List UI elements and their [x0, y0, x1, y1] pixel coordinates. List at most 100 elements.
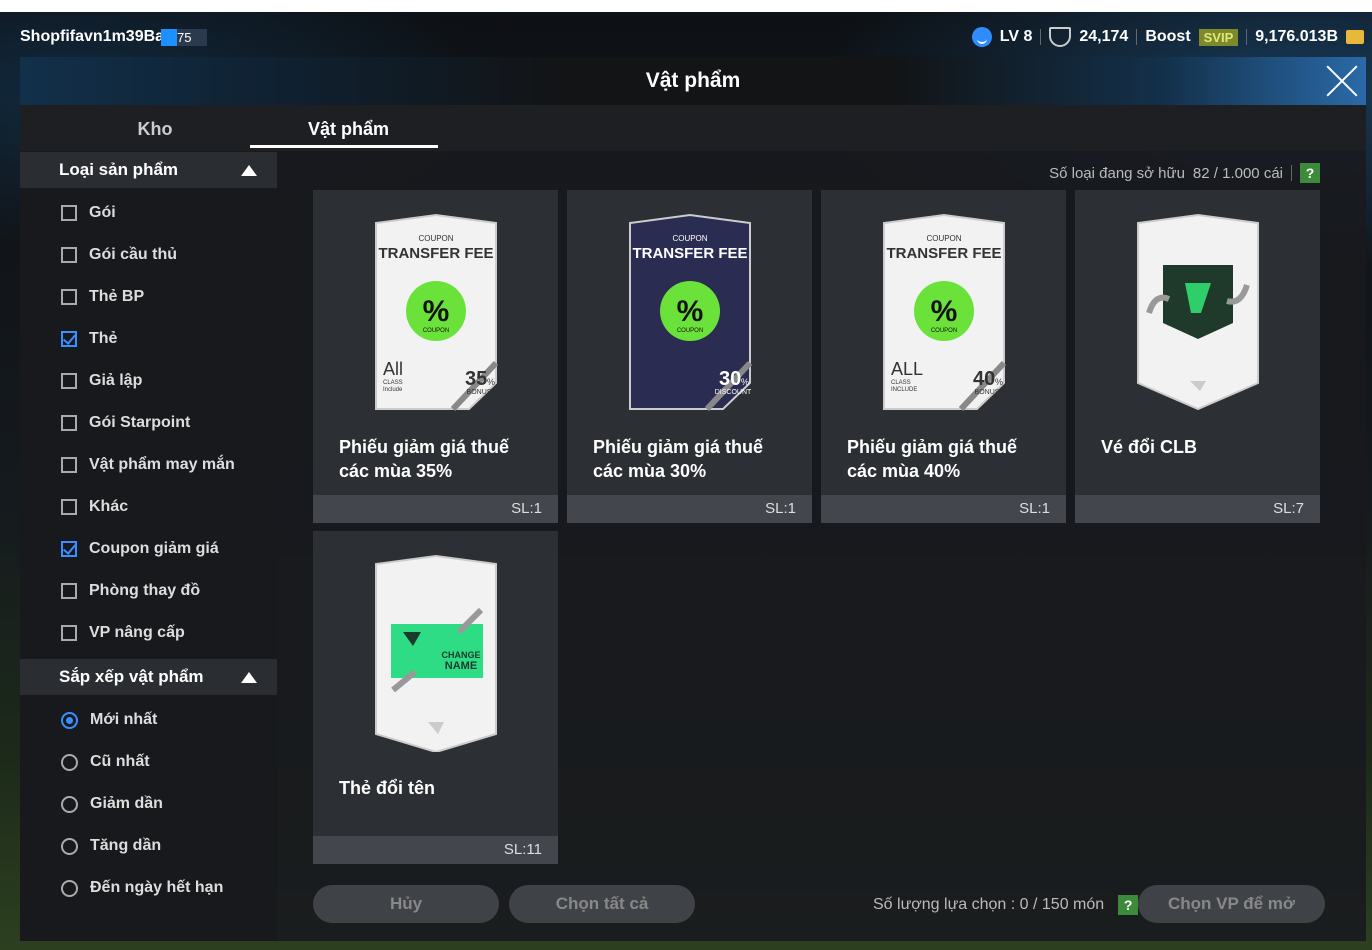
sort-option[interactable]: Đến ngày hết hạn	[61, 876, 223, 900]
filter-option-label: Giả lập	[89, 372, 143, 389]
shield-icon	[1049, 27, 1072, 47]
sort-option-label: Mới nhất	[90, 711, 158, 728]
svip-badge[interactable]: SVIP	[1198, 28, 1239, 46]
sort-option[interactable]: Giảm dần	[61, 792, 163, 816]
open-selected-button[interactable]: Chọn VP để mở	[1138, 885, 1325, 923]
rename-line2: NAME	[445, 660, 477, 672]
collapse-triangle-icon[interactable]	[241, 165, 257, 176]
help-icon[interactable]: ?	[1118, 895, 1139, 915]
checkbox[interactable]	[61, 247, 77, 263]
filter-sidebar: Loại sản phẩm Gói Gói cầu thủ Thẻ BP Thẻ Giả…	[20, 151, 277, 941]
item-name: Vé đổi CLB	[1101, 437, 1198, 457]
checkbox[interactable]	[61, 625, 77, 641]
help-icon[interactable]: ?	[1300, 163, 1320, 183]
filter-option-label: Gói	[89, 204, 116, 221]
item-card[interactable]: CHANGE NAME Thẻ đổi tên SL:11	[313, 531, 558, 864]
item-quantity: SL:1	[313, 495, 558, 523]
filter-option[interactable]: VP nâng cấp	[61, 621, 185, 645]
filter-option-label: Phòng thay đồ	[89, 582, 201, 599]
filter-option[interactable]: Giả lập	[61, 369, 142, 393]
active-tab-indicator	[250, 145, 438, 148]
filter-option-label: VP nâng cấp	[89, 624, 185, 641]
divider	[1136, 29, 1138, 45]
select-all-button[interactable]: Chọn tất cả	[509, 885, 695, 923]
sort-option-label: Đến ngày hết hạn	[90, 879, 224, 896]
coupon-left-sub2: Include	[383, 387, 403, 393]
top-bar: Shopfifavn1m39Ba 75 LV 8 24,174 Boost SV…	[0, 22, 1372, 52]
page-title: Vật phẩm	[645, 69, 741, 92]
sort-header[interactable]: Sắp xếp vật phẩm	[20, 659, 277, 695]
close-icon[interactable]	[1326, 65, 1358, 97]
checkbox[interactable]	[61, 583, 77, 599]
top-bar-stats: LV 8 24,174 Boost SVIP 9,176.013B	[971, 24, 1364, 50]
coupon-left-sub: CLASS	[891, 380, 911, 386]
coupon-small-label: COUPON	[672, 234, 707, 243]
divider	[1291, 165, 1292, 181]
tab-items[interactable]: Vật phẩm	[250, 119, 438, 140]
coupon-stamp: COUPON	[931, 328, 957, 334]
sort-option-label: Cũ nhất	[90, 753, 150, 770]
radio-button[interactable]	[61, 879, 78, 897]
filter-option[interactable]: Vật phẩm may mắn	[61, 453, 235, 477]
filter-option[interactable]: Gói cầu thủ	[61, 243, 177, 267]
coupon-percent-sign: %	[487, 377, 495, 387]
coupon-percent-sign: %	[741, 377, 749, 387]
cancel-button[interactable]: Hủy	[313, 885, 499, 923]
club-ticket-image	[1137, 213, 1259, 411]
checkbox[interactable]	[61, 457, 77, 473]
checkbox[interactable]	[61, 415, 77, 431]
filter-option[interactable]: Thẻ BP	[61, 285, 144, 309]
item-card[interactable]: COUPON TRANSFER FEE% COUPON 40% BONUS ALL CLAS…	[821, 190, 1066, 523]
divider	[1040, 29, 1042, 45]
boost-label[interactable]: Boost	[1145, 28, 1190, 46]
filter-option[interactable]: Khác	[61, 495, 128, 519]
filter-option-label: Thẻ BP	[89, 288, 145, 305]
filter-option-label: Khác	[89, 498, 129, 515]
coupon-sub: DISCOUNT	[715, 389, 752, 396]
sort-option[interactable]: Tăng dần	[61, 834, 161, 858]
rename-line1: CHANGE	[441, 650, 480, 660]
username: Shopfifavn1m39Ba	[20, 28, 165, 45]
user-level-badge: 75	[161, 29, 207, 46]
top-strip	[0, 0, 1372, 12]
item-card[interactable]: COUPON TRANSFER FEE% COUPON 30% DISCOUNT Phiế…	[567, 190, 812, 523]
collapse-triangle-icon[interactable]	[241, 672, 257, 683]
product-type-header[interactable]: Loại sản phẩm	[20, 152, 277, 188]
item-quantity: SL:7	[1075, 495, 1320, 523]
owned-label: Số loại đang sở hữu	[1049, 164, 1185, 182]
sort-option[interactable]: Mới nhất	[61, 708, 157, 732]
coupon-sub: BONUS	[467, 389, 492, 396]
filter-option[interactable]: Phòng thay đồ	[61, 579, 200, 603]
filter-option-label: Gói Starpoint	[89, 414, 191, 431]
radio-button[interactable]	[61, 753, 78, 771]
owned-value: 82 / 1.000 cái	[1192, 164, 1283, 182]
checkbox[interactable]	[61, 541, 77, 557]
coupon-left: All	[383, 359, 403, 379]
currency-value: 9,176.013B	[1255, 28, 1338, 45]
checkbox[interactable]	[61, 289, 77, 305]
filter-option[interactable]: Coupon giảm giá	[61, 537, 219, 561]
item-name: Phiếu giảm giá thuế các mùa 40%	[847, 437, 1018, 481]
filter-option[interactable]: Thẻ	[61, 327, 117, 351]
selection-count: Số lượng lựa chọn : 0 / 150 món ?	[873, 895, 1139, 915]
checkbox[interactable]	[61, 373, 77, 389]
percent-icon: %	[423, 295, 450, 328]
checkbox[interactable]	[61, 205, 77, 221]
sort-option[interactable]: Cũ nhất	[61, 750, 150, 774]
item-card[interactable]: COUPON TRANSFER FEE% COUPON 35% BONUS All CLAS…	[313, 190, 558, 523]
filter-option[interactable]: Gói Starpoint	[61, 411, 190, 435]
radio-button[interactable]	[61, 837, 78, 855]
tab-storage[interactable]: Kho	[80, 119, 230, 140]
radio-button[interactable]	[61, 795, 78, 813]
points-value: 24,174	[1079, 28, 1129, 45]
radio-button[interactable]	[61, 711, 78, 729]
coupon-stamp: COUPON	[677, 328, 703, 334]
coupon-stamp: COUPON	[423, 328, 449, 334]
coupon-percent: 30	[719, 368, 741, 390]
item-card[interactable]: Vé đổi CLB SL:7	[1075, 190, 1320, 523]
coupon-left-sub: CLASS	[383, 380, 403, 386]
checkbox[interactable]	[61, 331, 77, 347]
checkbox[interactable]	[61, 499, 77, 515]
sort-option-label: Tăng dần	[90, 837, 162, 854]
filter-option[interactable]: Gói	[61, 201, 116, 225]
